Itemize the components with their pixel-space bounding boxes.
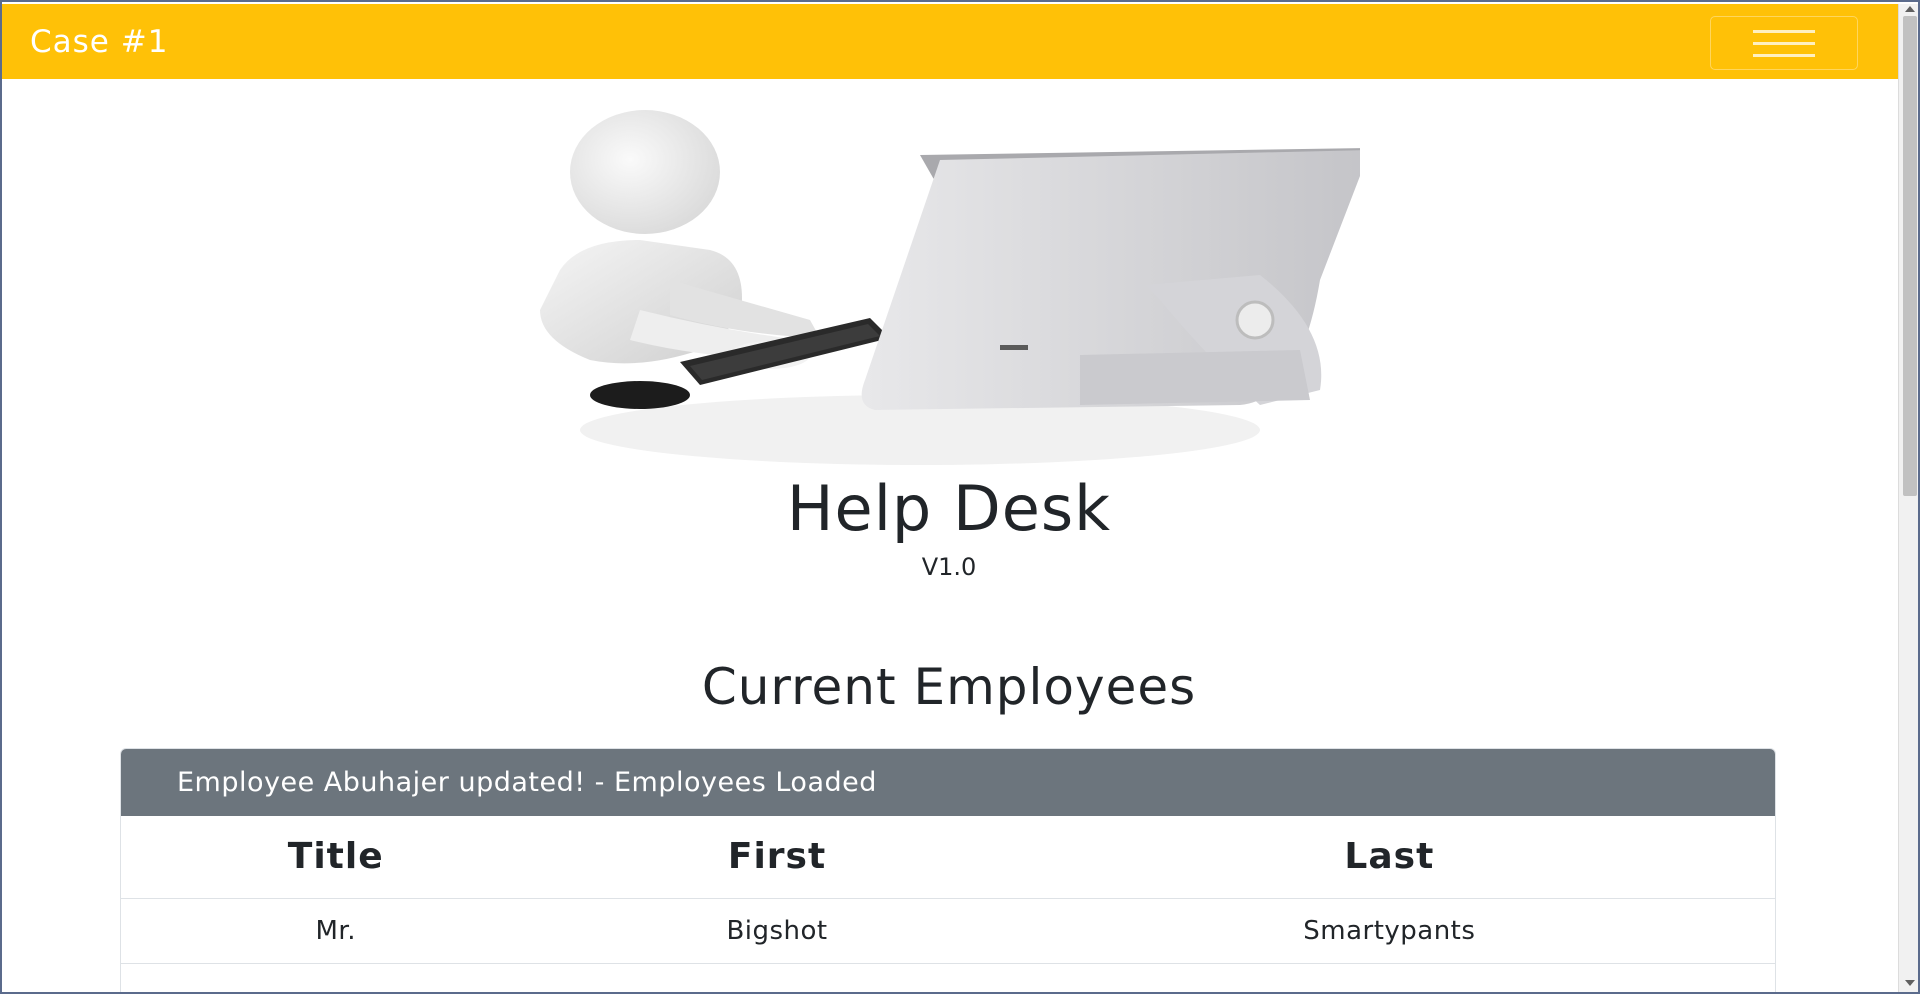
cell-last[interactable]: Smartypants [1003,898,1775,964]
scroll-up-arrow-icon[interactable] [1905,6,1915,12]
table-row[interactable]: Mr. Bigshot Smartypants [121,898,1775,964]
hamburger-menu-icon [1753,41,1815,45]
scrollbar-thumb[interactable] [1903,16,1917,496]
navbar-toggler-button[interactable] [1710,16,1858,70]
scroll-down-arrow-icon[interactable] [1905,980,1915,986]
navbar-brand[interactable]: Case #1 [30,24,168,60]
cell-title[interactable]: Mr. [121,898,551,964]
employees-card: Employee Abuhajer updated! - Employees L… [120,748,1776,994]
page-title: Help Desk [786,472,1112,545]
employees-table: Title First Last Mr. Bigshot Smartypants [121,816,1775,964]
status-message: Employee Abuhajer updated! - Employees L… [121,749,1775,816]
column-header-first[interactable]: First [550,816,1004,899]
cell-first[interactable]: Bigshot [550,898,1004,964]
hamburger-menu-icon [1753,53,1815,57]
vertical-scrollbar[interactable] [1898,4,1920,992]
employees-heading: Current Employees [701,658,1197,716]
hamburger-menu-icon [1753,29,1815,33]
version-label: V1.0 [921,553,977,581]
column-header-title[interactable]: Title [121,816,551,899]
navbar: Case #1 [0,4,1898,79]
column-header-last[interactable]: Last [1003,816,1775,899]
hero-illustration [540,110,1360,465]
table-header-row: Title First Last [121,816,1775,899]
